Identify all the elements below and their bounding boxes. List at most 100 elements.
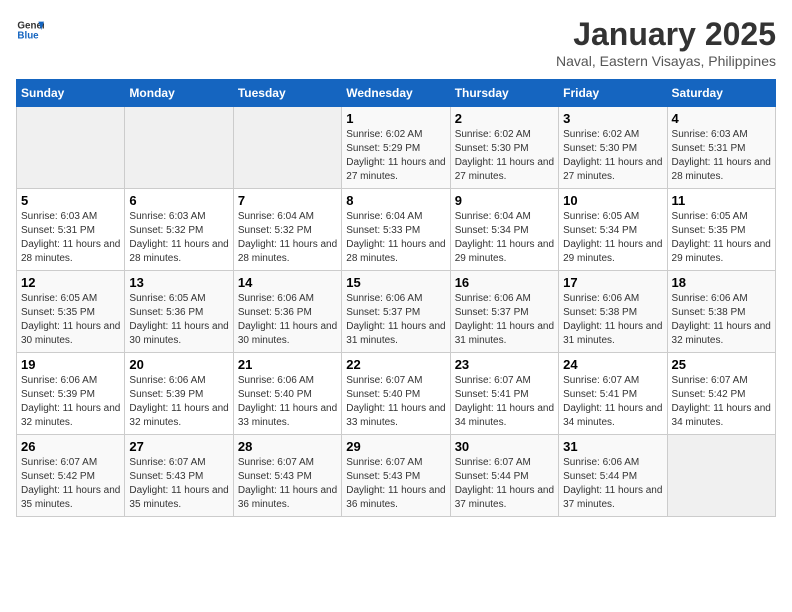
weekday-header-thursday: Thursday xyxy=(450,80,558,107)
day-info: Sunrise: 6:05 AM Sunset: 5:35 PM Dayligh… xyxy=(672,210,771,266)
day-cell: 24 Sunrise: 6:07 AM Sunset: 5:41 PM Dayli… xyxy=(559,353,667,435)
day-cell: 16 Sunrise: 6:06 AM Sunset: 5:37 PM Dayli… xyxy=(450,271,558,353)
weekday-header-sunday: Sunday xyxy=(17,80,125,107)
day-cell: 18 Sunrise: 6:06 AM Sunset: 5:38 PM Dayli… xyxy=(667,271,775,353)
day-info: Sunrise: 6:04 AM Sunset: 5:33 PM Dayligh… xyxy=(346,210,445,266)
day-cell: 3 Sunrise: 6:02 AM Sunset: 5:30 PM Daylig… xyxy=(559,107,667,189)
week-row-5: 26 Sunrise: 6:07 AM Sunset: 5:42 PM Dayli… xyxy=(17,435,776,517)
day-info: Sunrise: 6:06 AM Sunset: 5:44 PM Dayligh… xyxy=(563,456,662,512)
calendar-table: SundayMondayTuesdayWednesdayThursdayFrid… xyxy=(16,79,776,517)
day-cell: 8 Sunrise: 6:04 AM Sunset: 5:33 PM Daylig… xyxy=(342,189,450,271)
week-row-1: 1 Sunrise: 6:02 AM Sunset: 5:29 PM Daylig… xyxy=(17,107,776,189)
day-cell: 17 Sunrise: 6:06 AM Sunset: 5:38 PM Dayli… xyxy=(559,271,667,353)
day-cell: 11Sunrise: 6:05 AM Sunset: 5:35 PM Dayli… xyxy=(667,189,775,271)
day-cell xyxy=(667,435,775,517)
weekday-header-friday: Friday xyxy=(559,80,667,107)
day-info: Sunrise: 6:03 AM Sunset: 5:31 PM Dayligh… xyxy=(672,128,771,184)
day-info: Sunrise: 6:05 AM Sunset: 5:35 PM Dayligh… xyxy=(21,292,120,348)
day-number: 14 xyxy=(238,275,337,290)
day-cell xyxy=(17,107,125,189)
calendar-subtitle: Naval, Eastern Visayas, Philippines xyxy=(556,53,776,69)
day-info: Sunrise: 6:06 AM Sunset: 5:39 PM Dayligh… xyxy=(21,374,120,430)
day-number: 29 xyxy=(346,439,445,454)
svg-text:Blue: Blue xyxy=(17,30,39,41)
day-number: 27 xyxy=(129,439,228,454)
day-cell: 14 Sunrise: 6:06 AM Sunset: 5:36 PM Dayli… xyxy=(233,271,341,353)
day-info: Sunrise: 6:06 AM Sunset: 5:38 PM Dayligh… xyxy=(563,292,662,348)
day-number: 26 xyxy=(21,439,120,454)
week-row-2: 5 Sunrise: 6:03 AM Sunset: 5:31 PM Daylig… xyxy=(17,189,776,271)
day-number: 12 xyxy=(21,275,120,290)
day-info: Sunrise: 6:02 AM Sunset: 5:30 PM Dayligh… xyxy=(455,128,554,184)
day-cell: 20Sunrise: 6:06 AM Sunset: 5:39 PM Dayli… xyxy=(125,353,233,435)
day-info: Sunrise: 6:04 AM Sunset: 5:34 PM Dayligh… xyxy=(455,210,554,266)
day-number: 18 xyxy=(672,275,771,290)
day-cell: 23Sunrise: 6:07 AM Sunset: 5:41 PM Dayli… xyxy=(450,353,558,435)
day-cell: 30 Sunrise: 6:07 AM Sunset: 5:44 PM Dayli… xyxy=(450,435,558,517)
day-cell: 26 Sunrise: 6:07 AM Sunset: 5:42 PM Dayli… xyxy=(17,435,125,517)
day-cell xyxy=(233,107,341,189)
day-info: Sunrise: 6:07 AM Sunset: 5:42 PM Dayligh… xyxy=(21,456,120,512)
day-cell: 2 Sunrise: 6:02 AM Sunset: 5:30 PM Daylig… xyxy=(450,107,558,189)
day-info: Sunrise: 6:06 AM Sunset: 5:38 PM Dayligh… xyxy=(672,292,771,348)
page-header: General Blue January 2025 Naval, Eastern… xyxy=(16,16,776,69)
day-info: Sunrise: 6:03 AM Sunset: 5:32 PM Dayligh… xyxy=(129,210,228,266)
day-number: 2 xyxy=(455,111,554,126)
day-info: Sunrise: 6:07 AM Sunset: 5:42 PM Dayligh… xyxy=(672,374,771,430)
day-number: 30 xyxy=(455,439,554,454)
day-info: Sunrise: 6:02 AM Sunset: 5:30 PM Dayligh… xyxy=(563,128,662,184)
day-cell: 13 Sunrise: 6:05 AM Sunset: 5:36 PM Dayli… xyxy=(125,271,233,353)
weekday-header-monday: Monday xyxy=(125,80,233,107)
day-info: Sunrise: 6:07 AM Sunset: 5:43 PM Dayligh… xyxy=(129,456,228,512)
day-cell: 9Sunrise: 6:04 AM Sunset: 5:34 PM Daylig… xyxy=(450,189,558,271)
day-info: Sunrise: 6:07 AM Sunset: 5:41 PM Dayligh… xyxy=(563,374,662,430)
day-info: Sunrise: 6:05 AM Sunset: 5:36 PM Dayligh… xyxy=(129,292,228,348)
day-number: 1 xyxy=(346,111,445,126)
day-info: Sunrise: 6:03 AM Sunset: 5:31 PM Dayligh… xyxy=(21,210,120,266)
day-number: 21 xyxy=(238,357,337,372)
day-number: 4 xyxy=(672,111,771,126)
day-info: Sunrise: 6:07 AM Sunset: 5:43 PM Dayligh… xyxy=(238,456,337,512)
day-cell: 28Sunrise: 6:07 AM Sunset: 5:43 PM Dayli… xyxy=(233,435,341,517)
day-cell: 25 Sunrise: 6:07 AM Sunset: 5:42 PM Dayli… xyxy=(667,353,775,435)
day-number: 19 xyxy=(21,357,120,372)
day-number: 15 xyxy=(346,275,445,290)
day-number: 25 xyxy=(672,357,771,372)
day-info: Sunrise: 6:06 AM Sunset: 5:37 PM Dayligh… xyxy=(346,292,445,348)
weekday-header-saturday: Saturday xyxy=(667,80,775,107)
day-cell: 4 Sunrise: 6:03 AM Sunset: 5:31 PM Daylig… xyxy=(667,107,775,189)
day-number: 22 xyxy=(346,357,445,372)
title-block: January 2025 Naval, Eastern Visayas, Phi… xyxy=(556,16,776,69)
weekday-header-row: SundayMondayTuesdayWednesdayThursdayFrid… xyxy=(17,80,776,107)
day-info: Sunrise: 6:06 AM Sunset: 5:37 PM Dayligh… xyxy=(455,292,554,348)
day-number: 16 xyxy=(455,275,554,290)
day-cell: 10 Sunrise: 6:05 AM Sunset: 5:34 PM Dayli… xyxy=(559,189,667,271)
day-number: 23 xyxy=(455,357,554,372)
logo-icon: General Blue xyxy=(16,16,44,44)
day-info: Sunrise: 6:07 AM Sunset: 5:44 PM Dayligh… xyxy=(455,456,554,512)
day-cell: 27 Sunrise: 6:07 AM Sunset: 5:43 PM Dayli… xyxy=(125,435,233,517)
day-info: Sunrise: 6:05 AM Sunset: 5:34 PM Dayligh… xyxy=(563,210,662,266)
day-number: 5 xyxy=(21,193,120,208)
day-cell: 19 Sunrise: 6:06 AM Sunset: 5:39 PM Dayli… xyxy=(17,353,125,435)
day-info: Sunrise: 6:02 AM Sunset: 5:29 PM Dayligh… xyxy=(346,128,445,184)
week-row-3: 12 Sunrise: 6:05 AM Sunset: 5:35 PM Dayli… xyxy=(17,271,776,353)
day-cell: 6 Sunrise: 6:03 AM Sunset: 5:32 PM Daylig… xyxy=(125,189,233,271)
day-number: 8 xyxy=(346,193,445,208)
day-number: 10 xyxy=(563,193,662,208)
day-number: 17 xyxy=(563,275,662,290)
day-info: Sunrise: 6:07 AM Sunset: 5:43 PM Dayligh… xyxy=(346,456,445,512)
day-info: Sunrise: 6:06 AM Sunset: 5:40 PM Dayligh… xyxy=(238,374,337,430)
day-cell: 21 Sunrise: 6:06 AM Sunset: 5:40 PM Dayli… xyxy=(233,353,341,435)
day-number: 31 xyxy=(563,439,662,454)
day-cell: 12 Sunrise: 6:05 AM Sunset: 5:35 PM Dayli… xyxy=(17,271,125,353)
day-number: 13 xyxy=(129,275,228,290)
day-number: 24 xyxy=(563,357,662,372)
day-info: Sunrise: 6:06 AM Sunset: 5:36 PM Dayligh… xyxy=(238,292,337,348)
day-number: 3 xyxy=(563,111,662,126)
day-info: Sunrise: 6:07 AM Sunset: 5:40 PM Dayligh… xyxy=(346,374,445,430)
day-cell: 5 Sunrise: 6:03 AM Sunset: 5:31 PM Daylig… xyxy=(17,189,125,271)
day-number: 6 xyxy=(129,193,228,208)
day-cell: 15 Sunrise: 6:06 AM Sunset: 5:37 PM Dayli… xyxy=(342,271,450,353)
weekday-header-tuesday: Tuesday xyxy=(233,80,341,107)
